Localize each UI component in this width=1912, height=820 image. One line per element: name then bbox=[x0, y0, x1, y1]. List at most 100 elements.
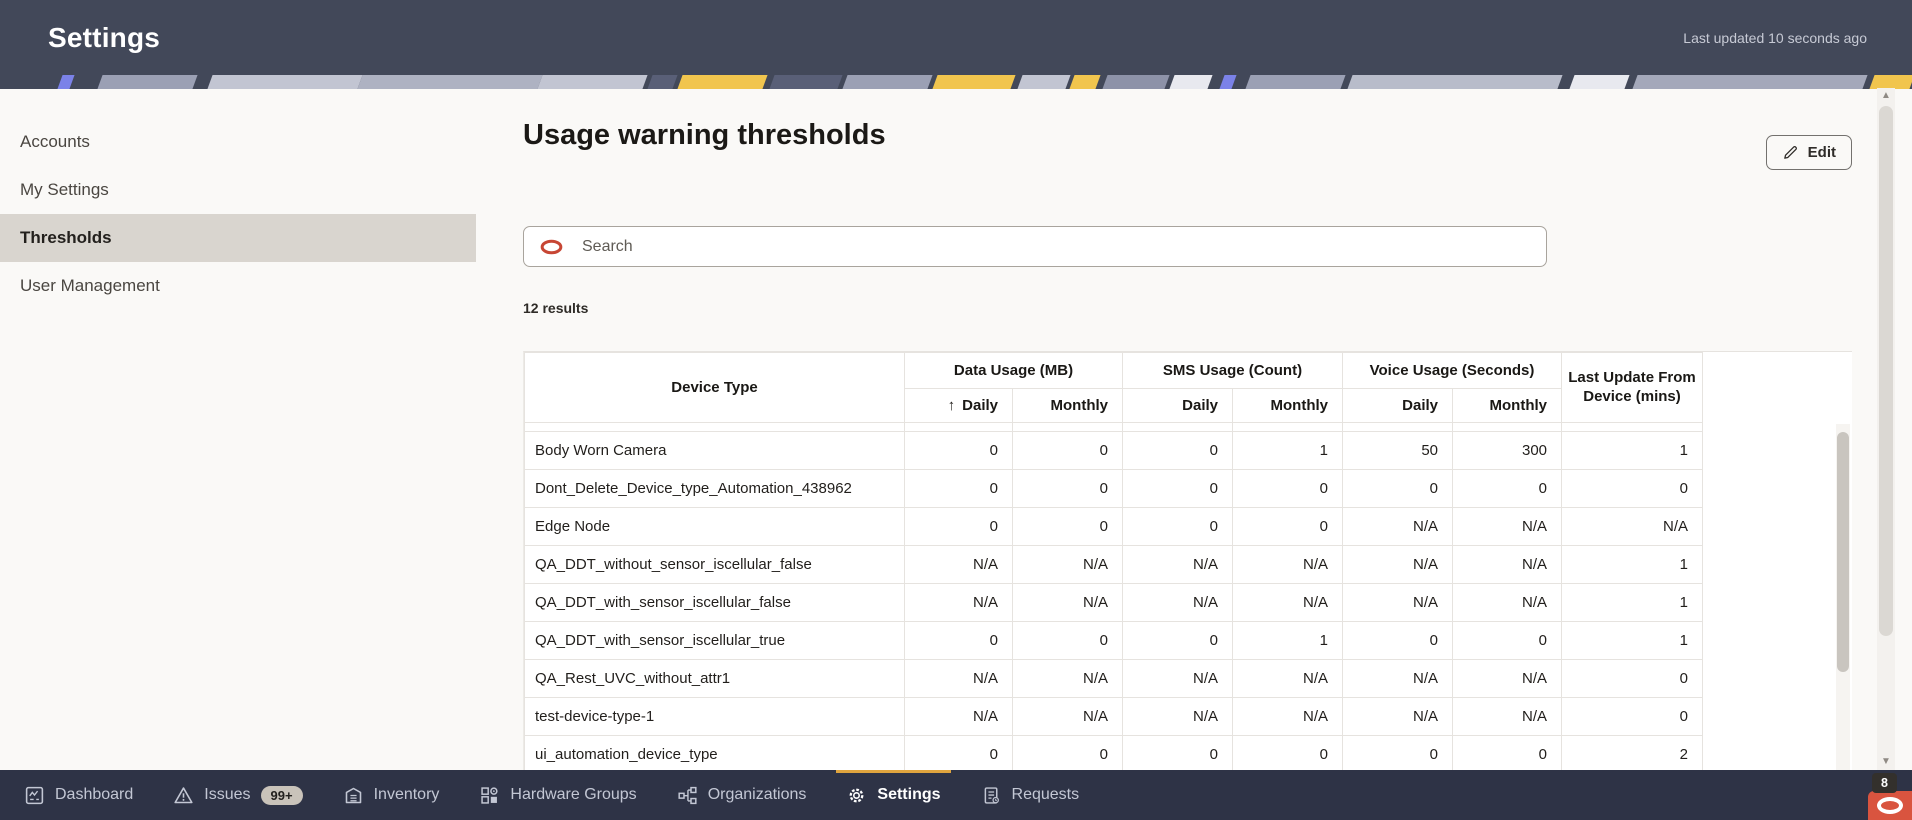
column-header-last-update[interactable]: Last Update From Device (mins) bbox=[1561, 352, 1704, 423]
table-row[interactable]: QA_DDT_with_sensor_iscellular_false N/A N/… bbox=[524, 583, 1852, 622]
device-type-cell: Body Worn Camera bbox=[524, 431, 905, 470]
nav-item-hardware-groups[interactable]: Hardware Groups bbox=[469, 770, 646, 820]
value-cell bbox=[1012, 422, 1123, 432]
value-cell: N/A bbox=[1231, 545, 1344, 584]
chat-launcher-button[interactable] bbox=[1868, 791, 1912, 820]
device-type-cell: QA_DDT_without_sensor_iscellular_false bbox=[524, 545, 905, 584]
column-header-sms-monthly[interactable]: Monthly bbox=[1231, 388, 1344, 423]
value-cell: 0 bbox=[1012, 507, 1123, 546]
value-cell: N/A bbox=[1122, 697, 1233, 736]
value-cell bbox=[1231, 422, 1344, 432]
app-header: Settings Last updated 10 seconds ago bbox=[0, 0, 1912, 75]
bottom-nav: Dashboard Issues 99+ Inventory Hardware Grou… bbox=[0, 770, 1912, 820]
column-group-sms-usage: SMS Usage (Count) bbox=[1121, 352, 1344, 389]
filler-cell bbox=[1702, 621, 1852, 660]
nav-item-dashboard[interactable]: Dashboard bbox=[14, 770, 143, 820]
value-cell: N/A bbox=[1122, 659, 1233, 698]
scroll-down-arrow-icon[interactable]: ▼ bbox=[1877, 754, 1895, 770]
oracle-o-icon bbox=[1877, 797, 1903, 814]
value-cell: 0 bbox=[904, 507, 1013, 546]
oracle-search-icon bbox=[539, 239, 564, 255]
value-cell: 0 bbox=[1342, 469, 1454, 508]
nav-item-settings[interactable]: Settings bbox=[836, 770, 951, 820]
nav-item-label: Hardware Groups bbox=[510, 786, 637, 803]
device-type-cell: Dont_Delete_Device_type_Automation_43896… bbox=[524, 469, 905, 508]
value-cell: 1 bbox=[1231, 431, 1344, 470]
value-cell: 0 bbox=[1231, 507, 1344, 546]
value-cell: N/A bbox=[1231, 659, 1344, 698]
chat-notification-badge: 8 bbox=[1872, 773, 1897, 793]
settings-sidebar: Accounts My Settings Thresholds User Manage… bbox=[0, 89, 476, 310]
value-cell bbox=[1122, 422, 1233, 432]
table-row[interactable]: Dont_Delete_Device_type_Automation_43896… bbox=[524, 469, 1852, 508]
page-scrollbar[interactable]: ▲ ▼ bbox=[1877, 88, 1895, 770]
nav-item-inventory[interactable]: Inventory bbox=[333, 770, 450, 820]
table-row[interactable]: QA_Rest_UVC_without_attr1 N/A N/A N/A N/A N/A… bbox=[524, 659, 1852, 698]
value-cell: 0 bbox=[1231, 735, 1344, 770]
table-row[interactable]: ui_automation_device_type 0 0 0 0 0 0 2 bbox=[524, 735, 1852, 770]
value-cell: 0 bbox=[904, 735, 1013, 770]
warning-triangle-icon bbox=[173, 785, 194, 806]
table-row[interactable]: QA_DDT_without_sensor_iscellular_false N/… bbox=[524, 545, 1852, 584]
sidebar-item-thresholds[interactable]: Thresholds bbox=[0, 214, 476, 262]
table-row[interactable]: QA_DDT_with_sensor_iscellular_true 0 0 0 1 0 0… bbox=[524, 621, 1852, 660]
table-scrollbar-thumb[interactable] bbox=[1837, 432, 1849, 672]
edit-button[interactable]: Edit bbox=[1765, 135, 1852, 170]
results-count: 12 results bbox=[523, 300, 589, 316]
column-header-data-monthly[interactable]: Monthly bbox=[1012, 388, 1123, 423]
value-cell: 1 bbox=[1231, 621, 1344, 660]
sidebar-item-accounts[interactable]: Accounts bbox=[0, 118, 476, 166]
table-row[interactable]: test-device-type-1 N/A N/A N/A N/A N/A N/A 0 bbox=[524, 697, 1852, 736]
table-row[interactable]: Edge Node 0 0 0 0 N/A N/A N/A bbox=[524, 507, 1852, 546]
value-cell: 2 bbox=[1561, 735, 1704, 770]
nav-item-organizations[interactable]: Organizations bbox=[667, 770, 817, 820]
pencil-icon bbox=[1782, 144, 1799, 161]
value-cell: 0 bbox=[1012, 621, 1123, 660]
column-header-sms-daily[interactable]: Daily bbox=[1122, 388, 1233, 423]
nav-item-requests[interactable]: Requests bbox=[971, 770, 1090, 820]
value-cell: 0 bbox=[904, 431, 1013, 470]
column-header-device-type[interactable]: Device Type bbox=[524, 352, 905, 423]
search-box bbox=[523, 226, 1547, 267]
column-header-voice-monthly[interactable]: Monthly bbox=[1452, 388, 1563, 423]
value-cell: 1 bbox=[1561, 621, 1704, 660]
thresholds-table: Device Type Data Usage (MB) SMS Usage (C… bbox=[523, 351, 1852, 770]
section-title: Usage warning thresholds bbox=[523, 119, 886, 151]
table-scrollbar[interactable] bbox=[1836, 424, 1850, 770]
device-type-cell: QA_DDT_with_sensor_iscellular_false bbox=[524, 583, 905, 622]
value-cell: N/A bbox=[1012, 583, 1123, 622]
sidebar-item-user-management[interactable]: User Management bbox=[0, 262, 476, 310]
hardware-groups-icon bbox=[479, 785, 500, 806]
value-cell: 0 bbox=[1012, 431, 1123, 470]
filler-cell bbox=[1702, 545, 1852, 584]
scroll-up-arrow-icon[interactable]: ▲ bbox=[1877, 88, 1895, 104]
column-header-voice-daily[interactable]: Daily bbox=[1342, 388, 1454, 423]
sidebar-item-my-settings[interactable]: My Settings bbox=[0, 166, 476, 214]
value-cell: 0 bbox=[1342, 735, 1454, 770]
value-cell: 1 bbox=[1561, 431, 1704, 470]
value-cell: N/A bbox=[1342, 507, 1454, 546]
filler-cell bbox=[1702, 659, 1852, 698]
gear-icon bbox=[846, 785, 867, 806]
value-cell bbox=[1561, 422, 1704, 432]
table-row[interactable]: Body Worn Camera 0 0 0 1 50 300 1 bbox=[524, 431, 1852, 470]
value-cell: 0 bbox=[1452, 621, 1563, 660]
value-cell: 0 bbox=[1231, 469, 1344, 508]
filler-cell bbox=[1702, 507, 1852, 546]
value-cell bbox=[904, 422, 1013, 432]
value-cell: N/A bbox=[1122, 545, 1233, 584]
filler-cell bbox=[1702, 735, 1852, 770]
search-input[interactable] bbox=[580, 236, 1531, 257]
page-scrollbar-thumb[interactable] bbox=[1879, 106, 1893, 636]
value-cell: 0 bbox=[1561, 697, 1704, 736]
value-cell: N/A bbox=[1122, 583, 1233, 622]
nav-item-label: Requests bbox=[1011, 786, 1080, 803]
value-cell: N/A bbox=[1012, 697, 1123, 736]
value-cell: N/A bbox=[1342, 583, 1454, 622]
filler-cell bbox=[1702, 422, 1852, 432]
device-type-cell: test-device-type-1 bbox=[524, 697, 905, 736]
column-header-data-daily[interactable]: ↑ Daily bbox=[904, 388, 1013, 423]
nav-item-issues[interactable]: Issues 99+ bbox=[163, 770, 312, 820]
device-type-cell: ui_automation_device_type bbox=[524, 735, 905, 770]
value-cell: 0 bbox=[1122, 431, 1233, 470]
